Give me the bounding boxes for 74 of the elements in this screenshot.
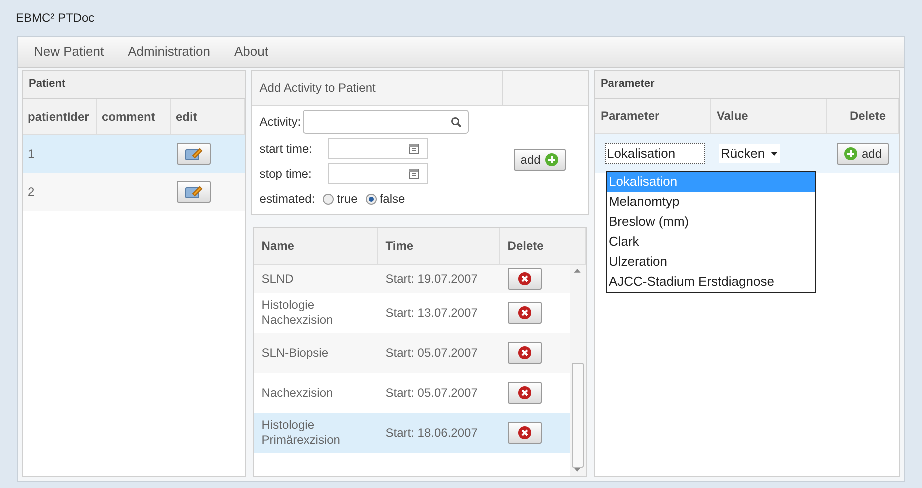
edit-icon <box>185 147 203 161</box>
delete-icon <box>518 346 532 360</box>
start-time-field[interactable] <box>328 138 428 159</box>
edit-icon <box>185 185 203 199</box>
scrollbar[interactable] <box>570 265 586 476</box>
panel-title: Patient <box>29 77 66 92</box>
menu-item[interactable]: About <box>222 42 280 62</box>
delete-button[interactable] <box>508 302 542 324</box>
table-cell-text: Start: 05.07.2007 <box>384 385 479 402</box>
scroll-thumb[interactable] <box>572 362 584 468</box>
table-cell-text: Histologie Nachexzision <box>260 298 334 328</box>
stop-time-field[interactable] <box>328 163 428 184</box>
table-cell-text: Start: 05.07.2007 <box>384 345 479 362</box>
dropdown-option[interactable]: Melanomtyp <box>606 192 815 212</box>
delete-button[interactable] <box>508 422 542 444</box>
panel-title: Add Activity to Patient <box>260 80 376 97</box>
caret-icon <box>771 152 778 156</box>
patient-row[interactable]: 2 <box>23 173 245 211</box>
column-header[interactable]: edit <box>171 99 245 134</box>
window-title: EBMC² PTDoc <box>16 10 95 27</box>
table-cell-text: Histologie Primärexzision <box>260 418 342 448</box>
dropdown-option[interactable]: AJCC-Stadium Erstdiagnose <box>606 272 815 292</box>
column-header[interactable]: comment <box>97 99 171 134</box>
column-header[interactable]: Delete <box>500 228 586 264</box>
column-header[interactable]: patientIder <box>23 99 97 134</box>
field-label: start time: <box>260 140 314 158</box>
activity-row[interactable]: SLND Start: 19.07.2007 <box>254 265 570 293</box>
edit-button[interactable] <box>177 181 211 203</box>
delete-button[interactable] <box>508 382 542 404</box>
activity-field[interactable] <box>303 110 470 134</box>
column-header[interactable]: Value <box>710 99 827 133</box>
table-cell-text: SLND <box>260 272 295 286</box>
menu-item[interactable]: New Patient <box>22 42 116 62</box>
plus-icon <box>844 146 858 160</box>
field-label: estimated: <box>260 191 316 208</box>
field-label: Activity: <box>260 114 302 131</box>
table-cell-text: SLN-Biopsie <box>260 346 330 360</box>
scroll-up-icon[interactable] <box>574 269 582 273</box>
table-cell-text: Start: 13.07.2007 <box>384 305 479 322</box>
delete-icon <box>518 386 532 400</box>
delete-icon <box>518 306 532 320</box>
parameter-select[interactable]: Lokalisation <box>604 142 705 164</box>
menu-item[interactable]: Administration <box>116 42 222 62</box>
radio-option[interactable]: true <box>323 190 358 208</box>
column-header[interactable]: Parameter <box>594 99 711 133</box>
edit-button[interactable] <box>177 143 211 165</box>
radio-option[interactable]: false <box>366 190 406 208</box>
calendar-icon[interactable] <box>408 168 419 179</box>
value-select[interactable]: Rücken <box>718 144 780 164</box>
search-icon[interactable] <box>451 116 462 128</box>
column-header[interactable]: Delete <box>826 99 899 133</box>
column-header[interactable]: Name <box>254 228 378 264</box>
field-label: stop time: <box>260 166 313 182</box>
table-cell-text: Start: 19.07.2007 <box>384 271 479 288</box>
activity-row[interactable]: SLN-Biopsie Start: 05.07.2007 <box>254 333 570 373</box>
add-button[interactable]: add <box>836 142 889 164</box>
panel-title: Parameter <box>600 77 655 92</box>
table-cell-text: 2 <box>27 184 36 201</box>
table-cell-text: Start: 18.06.2007 <box>384 425 479 442</box>
dropdown-option[interactable]: Clark <box>606 232 815 252</box>
table-cell-text: Nachexzision <box>260 386 334 400</box>
column-header[interactable]: Time <box>378 228 500 264</box>
delete-icon <box>518 272 532 286</box>
activity-row[interactable]: Histologie Primärexzision Start: 18.06.2007 <box>254 413 570 453</box>
dropdown-option[interactable]: Breslow (mm) <box>606 212 815 232</box>
table-cell-text: 1 <box>27 146 36 163</box>
patient-row[interactable]: 1 <box>23 135 245 173</box>
dropdown-option[interactable]: Ulzeration <box>606 252 815 272</box>
plus-icon <box>544 153 559 167</box>
delete-button[interactable] <box>508 342 542 364</box>
delete-button[interactable] <box>508 268 542 290</box>
add-button[interactable]: add <box>514 149 566 171</box>
calendar-icon[interactable] <box>408 143 419 154</box>
delete-icon <box>518 426 532 440</box>
